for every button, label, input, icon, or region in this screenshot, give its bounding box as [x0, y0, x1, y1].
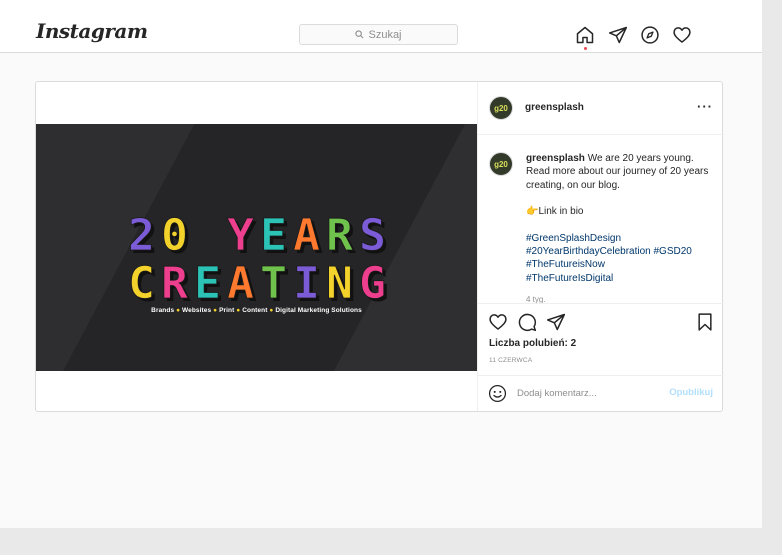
tagline-separator: ●: [174, 307, 183, 314]
headline-letter: R: [161, 258, 189, 309]
caption-body: greensplash We are 20 years young. Read …: [526, 152, 716, 192]
share-icon[interactable]: [546, 312, 566, 332]
caption-timestamp: 4 tyg.: [526, 295, 546, 303]
post-actions: Liczba polubień: 2 11 CZERWCA: [478, 303, 724, 375]
headline-letter: I: [293, 258, 320, 309]
tagline-item: Brands: [151, 307, 175, 314]
hashtag-link[interactable]: #TheFutureIsDigital: [526, 272, 716, 285]
headline-artwork: 22 00 YY EE AA RR SSCC RR EE AA TT II NN GG: [128, 210, 389, 312]
instagram-logo[interactable]: Instagram: [36, 19, 148, 43]
tagline-separator: ●: [211, 307, 220, 314]
search-placeholder: Szukaj: [368, 28, 402, 41]
headline-letter: A: [293, 210, 320, 261]
post-sidebar: g20 greensplash ··· g20 greensplash We a…: [477, 82, 724, 411]
emoji-icon[interactable]: [488, 384, 507, 403]
hashtag-list: #GreenSplashDesign #20YearBirthdayCelebr…: [526, 232, 716, 286]
direct-icon[interactable]: [608, 25, 628, 45]
headline-letter: E: [194, 258, 221, 309]
hashtag-link[interactable]: #20YearBirthdayCelebration #GSD20: [526, 245, 716, 258]
browser-viewport: Instagram Szukaj 2200YYEEAARRSSCCRREEAAT…: [0, 0, 762, 528]
tagline-item: Print: [219, 307, 235, 314]
headline-letter: Y: [227, 210, 255, 261]
post-card: 2200YYEEAARRSSCCRREEAATTIINNGG Brands ● …: [35, 81, 724, 412]
home-icon[interactable]: [575, 25, 595, 45]
caption-avatar[interactable]: g20: [489, 152, 513, 176]
caption-scroll-area[interactable]: g20 greensplash We are 20 years young. R…: [478, 135, 724, 303]
like-heart-icon[interactable]: [488, 312, 508, 332]
image-tagline: Brands ● Websites ● Print ● Content ● Di…: [36, 307, 477, 314]
explore-icon[interactable]: [640, 25, 660, 45]
active-nav-indicator: [584, 47, 587, 50]
publish-button[interactable]: Opublikuj: [669, 387, 713, 398]
top-navigation-bar: Instagram Szukaj: [0, 0, 762, 53]
headline-letter: E: [260, 210, 287, 261]
activity-heart-icon[interactable]: [672, 25, 692, 45]
headline-letter: C: [128, 258, 155, 309]
caption-username[interactable]: greensplash: [526, 153, 585, 164]
tagline-item: Content: [242, 307, 268, 314]
comment-icon[interactable]: [517, 312, 537, 332]
headline-letter: A: [227, 258, 254, 309]
avatar[interactable]: g20: [489, 96, 513, 120]
headline-letter: 0: [161, 210, 188, 261]
headline-letter: S: [359, 210, 386, 261]
likes-count[interactable]: Liczba polubień: 2: [489, 338, 576, 349]
comment-bar: Opublikuj: [478, 375, 724, 411]
headline-letter: G: [359, 258, 386, 309]
headline-letter: R: [326, 210, 354, 261]
headline-letter: 2: [128, 210, 155, 261]
caption-link-line: 👉Link in bio: [526, 206, 584, 218]
post-image[interactable]: 2200YYEEAARRSSCCRREEAATTIINNGG Brands ● …: [36, 124, 477, 371]
search-box[interactable]: Szukaj: [299, 24, 458, 45]
hashtag-link[interactable]: #GreenSplashDesign: [526, 232, 716, 245]
search-icon: [355, 30, 364, 39]
post-date[interactable]: 11 CZERWCA: [489, 357, 532, 364]
post-username[interactable]: greensplash: [525, 102, 584, 113]
more-options-icon[interactable]: ···: [697, 99, 713, 114]
tagline-item: Websites: [182, 307, 212, 314]
tagline-item: Digital Marketing Solutions: [275, 307, 362, 314]
headline-letter: T: [260, 258, 287, 309]
headline-letter: N: [326, 258, 353, 309]
post-header: g20 greensplash ···: [478, 82, 724, 135]
save-bookmark-icon[interactable]: [695, 312, 715, 332]
caption: greensplash We are 20 years young. Read …: [526, 152, 716, 285]
comment-input[interactable]: [517, 386, 657, 401]
hashtag-link[interactable]: #TheFutureisNow: [526, 258, 716, 271]
